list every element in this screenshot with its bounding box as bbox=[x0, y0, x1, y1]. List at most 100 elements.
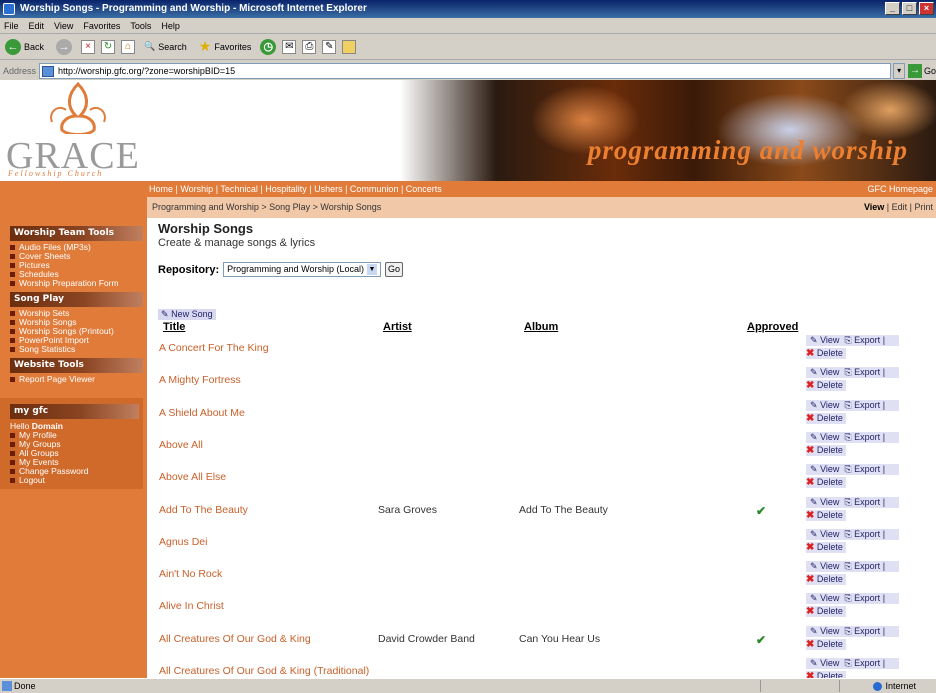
address-input[interactable]: http://worship.gfc.org/?zone=worshipBID=… bbox=[39, 62, 892, 79]
search-button[interactable]: 🔍 Search bbox=[141, 40, 190, 53]
export-link[interactable]: Export bbox=[854, 593, 880, 603]
sidebar-item-song-statistics[interactable]: Song Statistics bbox=[10, 345, 147, 354]
sidebar-item-worship-preparation-form[interactable]: Worship Preparation Form bbox=[10, 279, 147, 288]
song-title-link[interactable]: Above All bbox=[159, 439, 203, 451]
action-separator: | bbox=[882, 593, 886, 604]
sidebar-item-logout[interactable]: Logout bbox=[10, 476, 143, 485]
mail-icon[interactable]: ✉ bbox=[282, 39, 297, 54]
delete-label: Delete bbox=[816, 606, 843, 617]
row-actions: ✎ View ⎘ Export | ✖ Delete bbox=[806, 464, 899, 489]
pencil-icon: ✎ bbox=[810, 464, 818, 475]
export-link[interactable]: Export bbox=[854, 626, 880, 636]
view-export-bar: ✎ View ⎘ Export | bbox=[806, 399, 899, 411]
delete-button[interactable]: ✖ Delete bbox=[806, 606, 846, 618]
close-button[interactable]: × bbox=[919, 2, 934, 15]
view-link[interactable]: View bbox=[820, 432, 839, 442]
column-title[interactable]: Title bbox=[163, 321, 185, 333]
gfc-homepage-link[interactable]: GFC Homepage bbox=[867, 181, 933, 197]
menu-help[interactable]: Help bbox=[161, 18, 180, 33]
view-link[interactable]: View bbox=[864, 202, 884, 212]
export-link[interactable]: Export bbox=[854, 561, 880, 571]
view-link[interactable]: View bbox=[820, 497, 839, 507]
view-link[interactable]: View bbox=[820, 626, 839, 636]
back-button[interactable]: ← Back bbox=[2, 38, 47, 56]
song-title-link[interactable]: A Concert For The King bbox=[159, 342, 269, 354]
menu-file[interactable]: File bbox=[4, 18, 19, 33]
edit-print-links[interactable]: | Edit | Print bbox=[884, 202, 933, 212]
stop-icon[interactable]: × bbox=[81, 39, 96, 54]
edit-icon[interactable]: ✎ bbox=[322, 39, 337, 54]
repository-select[interactable]: Programming and Worship (Local) ▼ bbox=[223, 262, 382, 277]
song-title-link[interactable]: A Mighty Fortress bbox=[159, 374, 241, 386]
delete-button[interactable]: ✖ Delete bbox=[806, 541, 846, 553]
delete-button[interactable]: ✖ Delete bbox=[806, 477, 846, 489]
view-link[interactable]: View bbox=[820, 658, 839, 668]
sidebar-item-report-page-viewer[interactable]: Report Page Viewer bbox=[10, 375, 147, 384]
export-link[interactable]: Export bbox=[854, 529, 880, 539]
history-icon[interactable]: ◷ bbox=[260, 38, 277, 55]
song-title-link[interactable]: All Creatures Of Our God & King bbox=[159, 633, 311, 645]
view-link[interactable]: View bbox=[820, 335, 839, 345]
delete-button[interactable]: ✖ Delete bbox=[806, 348, 846, 359]
delete-button[interactable]: ✖ Delete bbox=[806, 509, 846, 521]
delete-button[interactable]: ✖ Delete bbox=[806, 638, 846, 650]
folder-icon[interactable] bbox=[342, 39, 357, 54]
menu-view[interactable]: View bbox=[54, 18, 73, 33]
songs-table-header: Title Artist Album Approved bbox=[158, 321, 918, 333]
song-title-link[interactable]: All Creatures Of Our God & King (Traditi… bbox=[159, 665, 369, 677]
delete-button[interactable]: ✖ Delete bbox=[806, 671, 846, 678]
export-link[interactable]: Export bbox=[854, 400, 880, 410]
maximize-button[interactable]: □ bbox=[902, 2, 917, 15]
grace-logo[interactable]: GRACE Fellowship Church bbox=[6, 82, 146, 178]
delete-label: Delete bbox=[816, 509, 843, 520]
zone-label: Internet bbox=[885, 681, 916, 691]
delete-button[interactable]: ✖ Delete bbox=[806, 444, 846, 456]
view-link[interactable]: View bbox=[820, 593, 839, 603]
column-approved[interactable]: Approved bbox=[747, 321, 798, 333]
page-viewport: GRACE Fellowship Church programming and … bbox=[0, 80, 936, 678]
favorites-button[interactable]: ★ Favorites bbox=[196, 37, 255, 56]
song-title-link[interactable]: Above All Else bbox=[159, 471, 226, 483]
minimize-button[interactable]: _ bbox=[885, 2, 900, 15]
song-artist: David Crowder Band bbox=[378, 632, 475, 645]
breadcrumb-path[interactable]: Programming and Worship > Song Play > Wo… bbox=[152, 202, 381, 212]
column-album[interactable]: Album bbox=[524, 321, 558, 333]
repository-go-button[interactable]: Go bbox=[385, 262, 404, 277]
export-link[interactable]: Export bbox=[854, 432, 880, 442]
export-link[interactable]: Export bbox=[854, 497, 880, 507]
song-title-link[interactable]: Ain't No Rock bbox=[159, 568, 222, 580]
delete-button[interactable]: ✖ Delete bbox=[806, 412, 846, 424]
view-link[interactable]: View bbox=[820, 561, 839, 571]
refresh-icon[interactable]: ↻ bbox=[101, 39, 116, 54]
delete-button[interactable]: ✖ Delete bbox=[806, 380, 846, 392]
home-icon[interactable]: ⌂ bbox=[121, 39, 136, 54]
delete-button[interactable]: ✖ Delete bbox=[806, 574, 846, 586]
view-link[interactable]: View bbox=[820, 529, 839, 539]
print-icon[interactable]: ⎙ bbox=[302, 39, 317, 54]
export-link[interactable]: Export bbox=[854, 335, 880, 345]
export-link[interactable]: Export bbox=[854, 464, 880, 474]
address-dropdown[interactable]: ▾ bbox=[893, 62, 905, 79]
column-artist[interactable]: Artist bbox=[383, 321, 412, 333]
song-title-link[interactable]: A Shield About Me bbox=[159, 407, 245, 419]
delete-label: Delete bbox=[816, 412, 843, 423]
view-export-bar: ✎ View ⎘ Export | bbox=[806, 496, 899, 508]
song-title-link[interactable]: Add To The Beauty bbox=[159, 504, 248, 516]
forward-button[interactable]: → bbox=[53, 38, 75, 56]
view-link[interactable]: View bbox=[820, 367, 839, 377]
export-link[interactable]: Export bbox=[854, 658, 880, 668]
new-song-button[interactable]: ✎ New Song bbox=[158, 309, 216, 320]
address-label: Address bbox=[3, 65, 37, 76]
view-link[interactable]: View bbox=[820, 464, 839, 474]
song-title-link[interactable]: Agnus Dei bbox=[159, 536, 207, 548]
breadcrumb-row: Programming and Worship > Song Play > Wo… bbox=[0, 197, 936, 218]
view-link[interactable]: View bbox=[820, 400, 839, 410]
menu-edit[interactable]: Edit bbox=[29, 18, 45, 33]
nav-links[interactable]: Home | Worship | Technical | Hospitality… bbox=[149, 181, 442, 197]
song-title-link[interactable]: Alive In Christ bbox=[159, 600, 224, 612]
export-link[interactable]: Export bbox=[854, 367, 880, 377]
menu-favorites[interactable]: Favorites bbox=[83, 18, 120, 33]
export-icon: ⎘ bbox=[844, 367, 852, 378]
menu-tools[interactable]: Tools bbox=[130, 18, 151, 33]
address-go-button[interactable]: → Go bbox=[907, 63, 936, 78]
